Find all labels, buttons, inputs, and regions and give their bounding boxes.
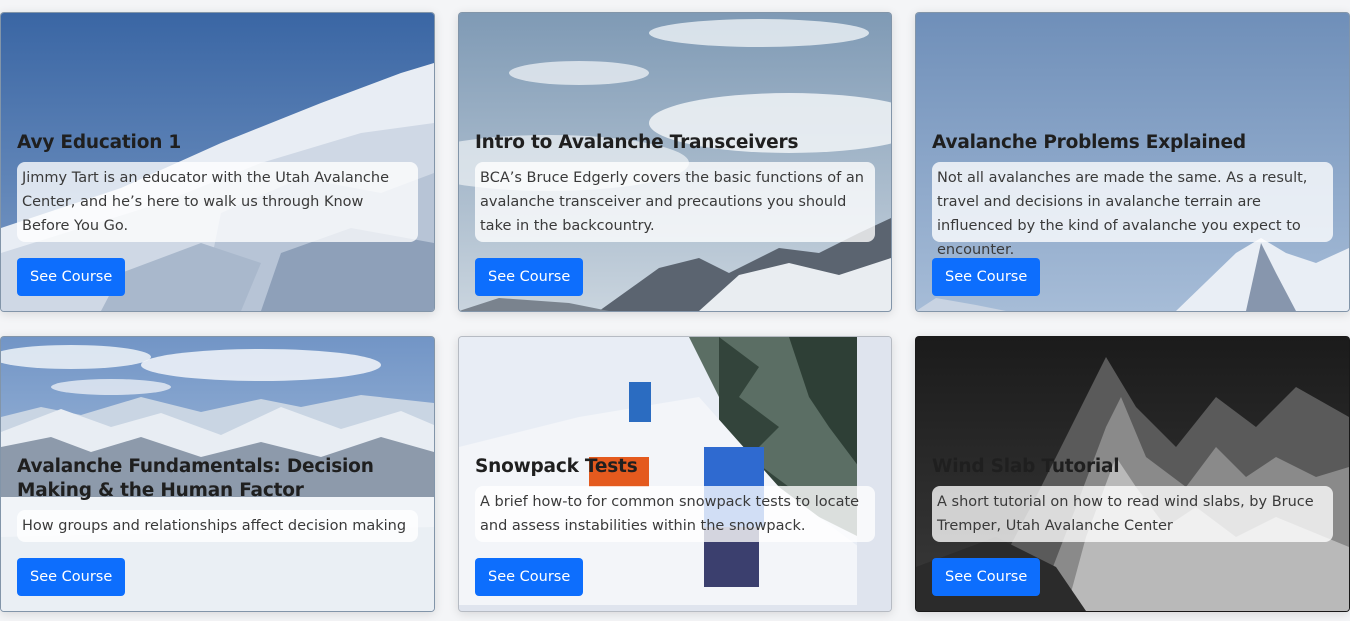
see-course-button[interactable]: See Course: [17, 258, 126, 296]
see-course-button[interactable]: See Course: [932, 258, 1041, 296]
course-card: Intro to Avalanche Transceivers BCA’s Br…: [458, 12, 892, 312]
see-course-button[interactable]: See Course: [475, 258, 584, 296]
course-grid: Avy Education 1 Jimmy Tart is an educato…: [0, 0, 1350, 621]
course-description: A short tutorial on how to read wind sla…: [932, 486, 1333, 542]
course-title: Intro to Avalanche Transceivers: [475, 132, 799, 153]
course-description: BCA’s Bruce Edgerly covers the basic fun…: [475, 162, 875, 242]
course-title: Wind Slab Tutorial: [932, 456, 1120, 477]
see-course-button[interactable]: See Course: [475, 558, 584, 596]
course-description: Not all avalanches are made the same. As…: [932, 162, 1333, 258]
course-description: Jimmy Tart is an educator with the Utah …: [17, 162, 418, 242]
course-title: Avy Education 1: [17, 132, 182, 153]
course-description: How groups and relationships affect deci…: [17, 510, 418, 542]
course-card: Snowpack Tests A brief how-to for common…: [458, 336, 892, 612]
course-description: A brief how-to for common snowpack tests…: [475, 486, 875, 542]
course-card: Avy Education 1 Jimmy Tart is an educato…: [0, 12, 435, 312]
course-title: Snowpack Tests: [475, 456, 638, 477]
course-title: Avalanche Fundamentals: Decision Making …: [17, 456, 374, 501]
course-card: Wind Slab Tutorial A short tutorial on h…: [915, 336, 1350, 612]
course-title: Avalanche Problems Explained: [932, 132, 1246, 153]
see-course-button[interactable]: See Course: [932, 558, 1041, 596]
course-card: Avalanche Problems Explained Not all ava…: [915, 12, 1350, 312]
see-course-button[interactable]: See Course: [17, 558, 126, 596]
course-card: Avalanche Fundamentals: Decision Making …: [0, 336, 435, 612]
